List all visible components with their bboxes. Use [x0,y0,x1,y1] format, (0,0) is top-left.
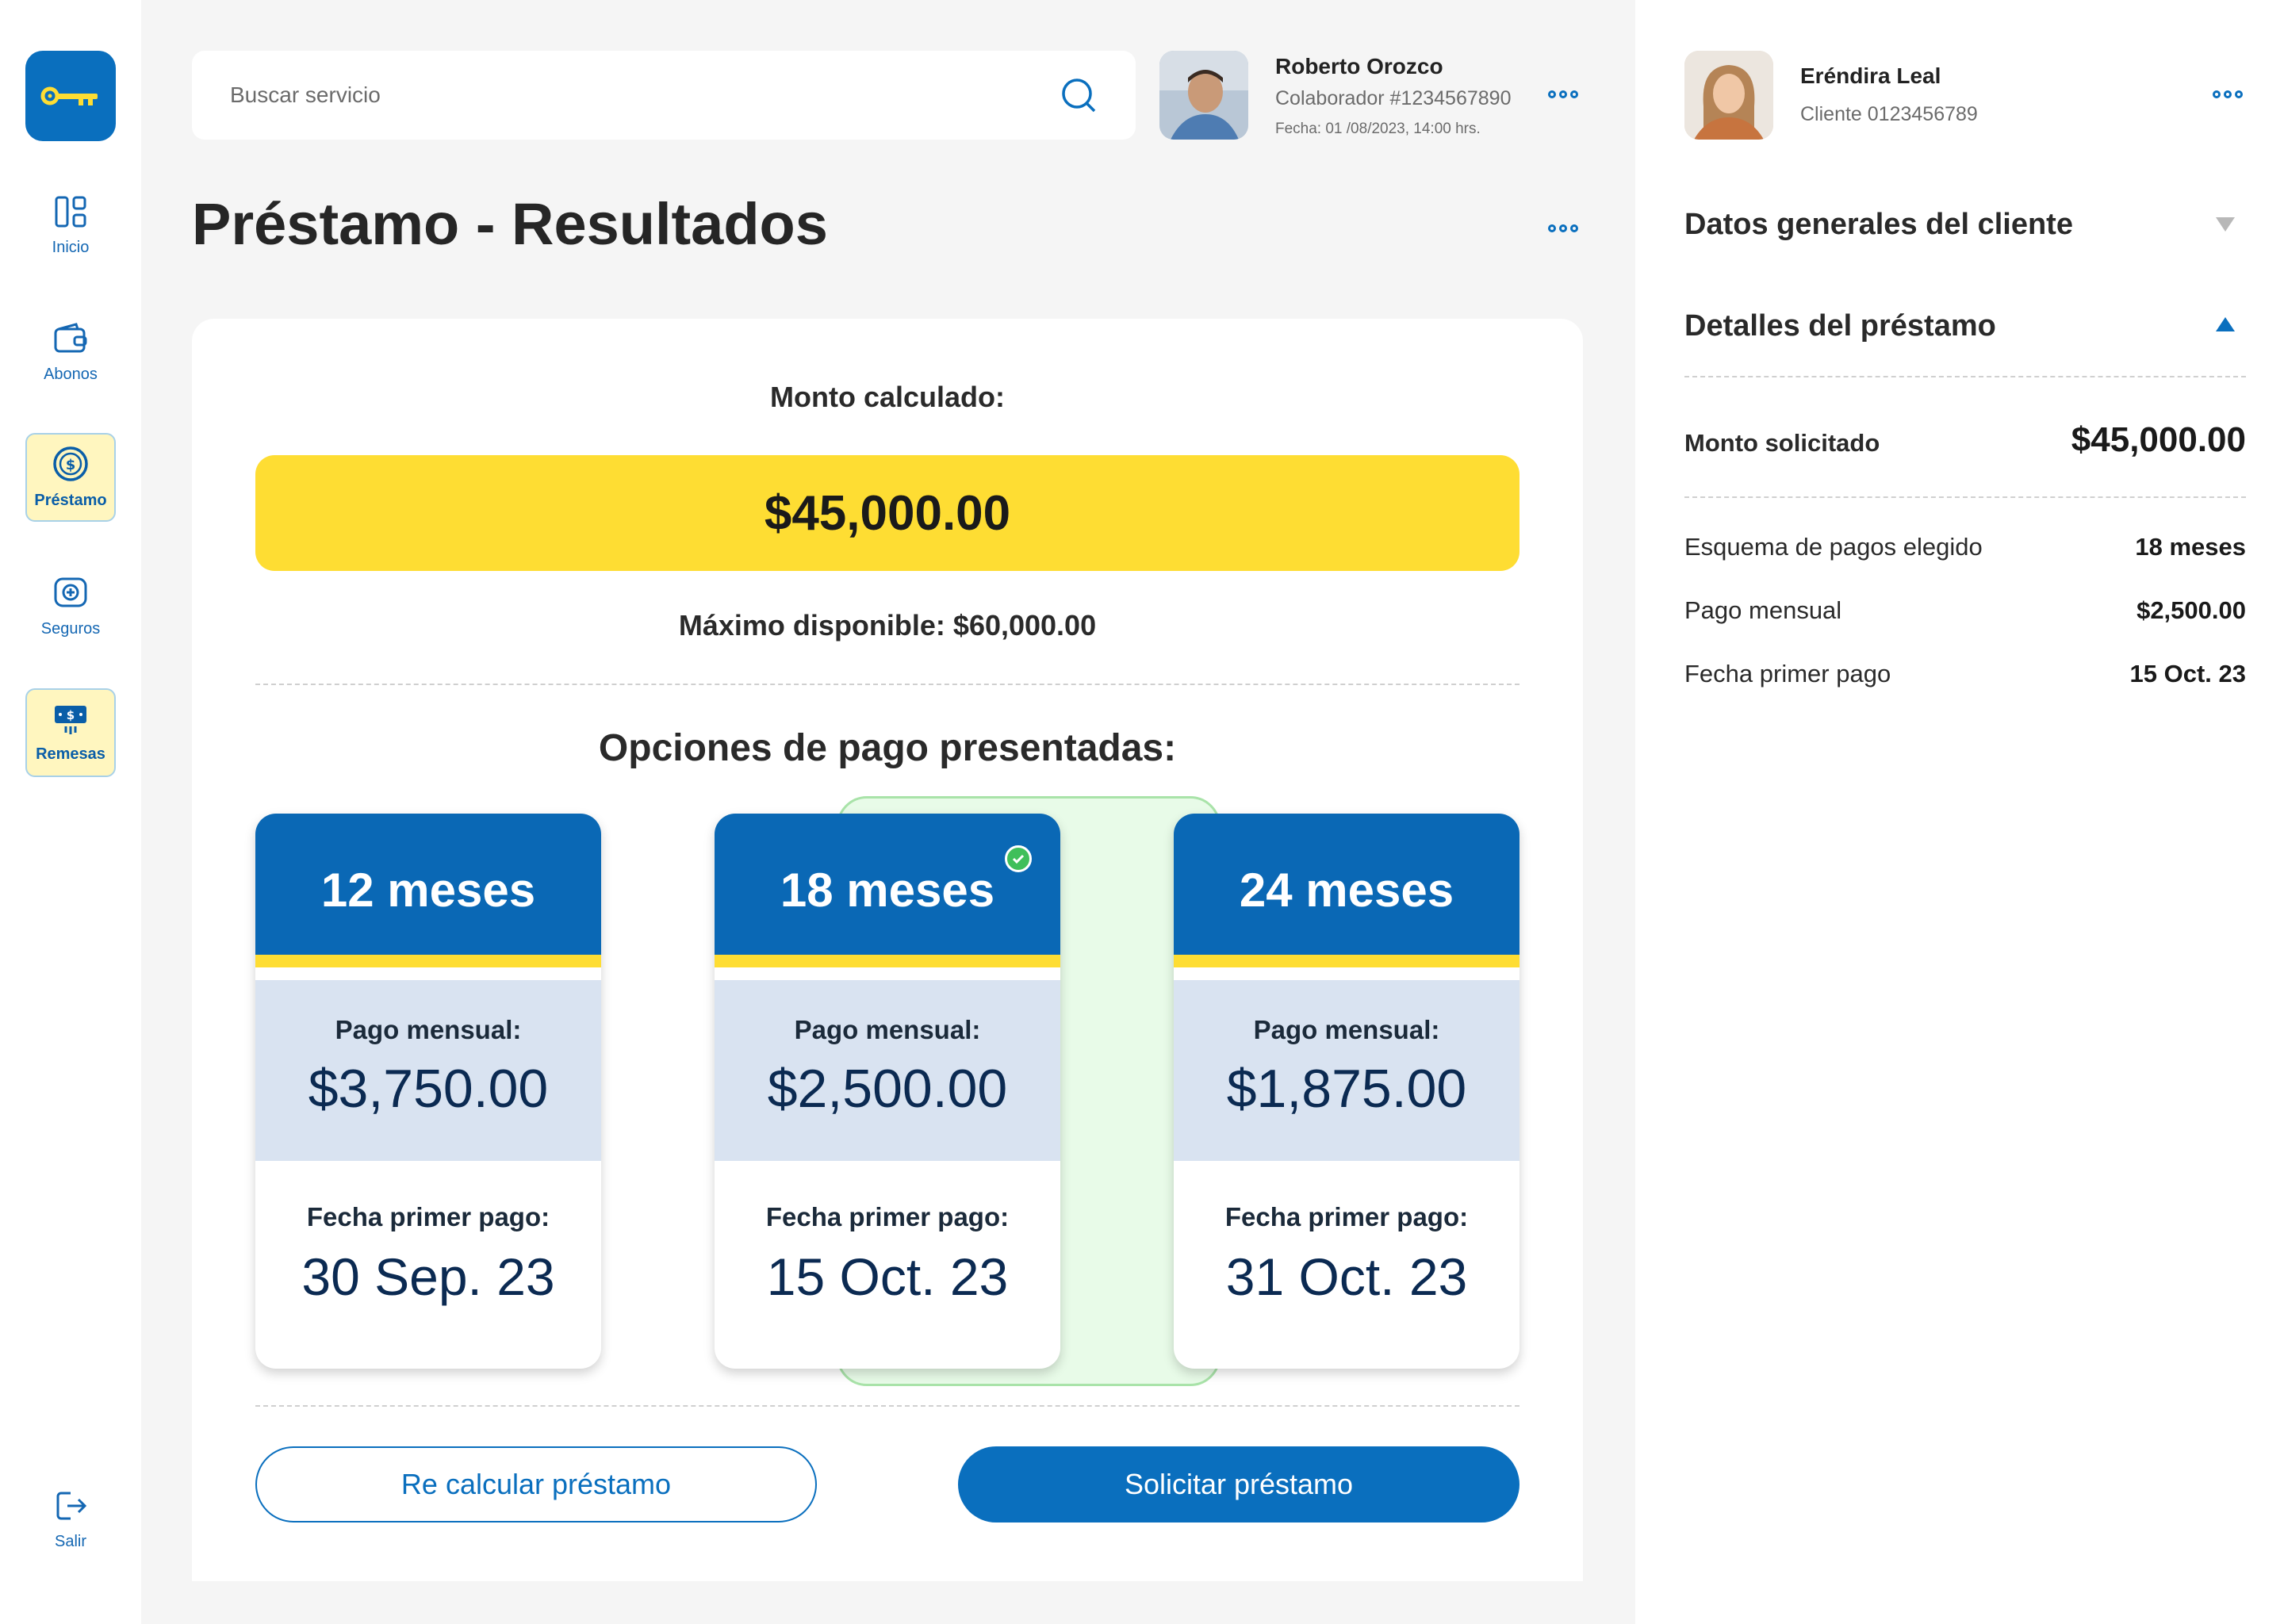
sidebar-item-label: Préstamo [34,491,107,509]
main-area: Buscar servicio Roberto Orozco Colaborad… [141,0,1635,1624]
calculated-amount-label: Monto calculado: [770,381,1005,413]
detail-row: Esquema de pagos elegido 18 meses [1684,533,2246,561]
option-monthly-section: Pago mensual: $2,500.00 [715,980,1060,1161]
sidebar-item-abonos[interactable]: Abonos [25,308,116,396]
option-first-date: 31 Oct. 23 [1225,1247,1468,1306]
detail-value: 15 Oct. 23 [2129,660,2246,688]
client-id: Cliente 0123456789 [1800,103,1978,125]
employee-header: Roberto Orozco Colaborador #1234567890 F… [1159,51,1604,140]
client-panel: Eréndira Leal Cliente 0123456789 Datos g… [1635,0,2284,1624]
search-input[interactable]: Buscar servicio [230,82,1060,108]
detail-value: $2,500.00 [2136,596,2246,624]
detail-label: Esquema de pagos elegido [1684,533,1983,561]
svg-text:$: $ [67,708,75,722]
option-monthly-label: Pago mensual: [1253,1015,1440,1044]
option-first-date: 30 Sep. 23 [301,1247,555,1306]
payment-option-12[interactable]: 12 meses Pago mensual: $3,750.00 Fecha p… [255,814,601,1369]
option-first-date-label: Fecha primer pago: [765,1202,1010,1231]
option-monthly-value: $2,500.00 [767,1059,1008,1119]
detail-value: 18 meses [2135,533,2246,561]
client-more-icon[interactable] [2213,90,2243,98]
option-term: 24 meses [1174,814,1519,967]
requested-amount-value: $45,000.00 [2071,420,2246,459]
remittance-icon: $ [55,705,86,734]
employee-more-icon[interactable] [1548,90,1578,98]
option-monthly-section: Pago mensual: $1,875.00 [1174,980,1519,1161]
option-monthly-value: $3,750.00 [308,1059,549,1119]
option-term: 12 meses [255,814,601,967]
option-monthly-label: Pago mensual: [335,1015,522,1044]
option-term: 18 meses [715,814,1060,967]
detail-row: Fecha primer pago 15 Oct. 23 [1684,660,2246,688]
divider [1684,496,2246,498]
check-icon [1005,845,1032,872]
option-first-date-label: Fecha primer pago: [306,1202,550,1231]
insurance-plus-icon [54,577,87,607]
sidebar-item-inicio[interactable]: Inicio [25,181,116,270]
employee-date: Fecha: 01 /08/2023, 14:00 hrs. [1275,121,1481,137]
sidebar-item-label: Inicio [52,238,90,256]
general-data-section[interactable]: Datos generales del cliente [1684,208,2073,242]
sidebar-item-label: Abonos [44,365,98,383]
sidebar-item-remesas[interactable]: $ Remesas [25,688,116,777]
detail-label: Pago mensual [1684,596,1842,624]
option-monthly-label: Pago mensual: [794,1015,981,1044]
divider [255,684,1519,685]
client-name: Eréndira Leal [1800,63,1941,88]
detail-row: Pago mensual $2,500.00 [1684,596,2246,625]
option-monthly-section: Pago mensual: $3,750.00 [255,980,601,1161]
chevron-down-icon[interactable] [2214,216,2236,233]
max-available: Máximo disponible: $60,000.00 [678,609,1097,642]
sidebar-item-label: Seguros [40,619,101,638]
sidebar-item-seguros[interactable]: Seguros [25,561,116,650]
requested-amount-label: Monto solicitado [1684,429,1880,457]
svg-text:$: $ [66,457,76,473]
employee-avatar [1159,51,1248,140]
request-loan-button[interactable]: Solicitar préstamo [958,1446,1519,1522]
option-monthly-value: $1,875.00 [1226,1059,1467,1119]
logout-icon [56,1492,87,1519]
calculated-amount: $45,000.00 [255,455,1519,571]
sidebar: Inicio Abonos $ Préstamo Seguros $ Remes… [0,0,141,1624]
recalculate-loan-button[interactable]: Re calcular préstamo [255,1446,817,1522]
wallet-icon [54,322,87,352]
sidebar-item-prestamo[interactable]: $ Préstamo [25,433,116,522]
payment-option-24[interactable]: 24 meses Pago mensual: $1,875.00 Fecha p… [1174,814,1519,1369]
detail-label: Fecha primer pago [1684,660,1891,688]
employee-id: Colaborador #1234567890 [1275,87,1512,109]
payment-options-title: Opciones de pago presentadas: [598,727,1177,769]
dollar-coin-icon: $ [53,446,88,481]
search-bar[interactable]: Buscar servicio [192,51,1136,140]
payment-option-18[interactable]: 18 meses Pago mensual: $2,500.00 Fecha p… [715,814,1060,1369]
sidebar-item-label: Salir [54,1532,86,1550]
client-avatar [1684,51,1773,140]
sidebar-item-salir[interactable]: Salir [25,1475,116,1564]
key-icon [40,86,98,105]
option-first-date: 15 Oct. 23 [766,1247,1009,1306]
chevron-up-icon[interactable] [2214,316,2236,333]
option-first-date-label: Fecha primer pago: [1224,1202,1469,1231]
loan-results-card: Monto calculado: $45,000.00 Máximo dispo… [192,319,1583,1581]
requested-amount-row: Monto solicitado $45,000.00 [1684,420,2246,460]
layout-icon [55,196,86,227]
app-logo[interactable] [25,51,116,141]
loan-details-section[interactable]: Detalles del préstamo [1684,309,1996,343]
page-title: Préstamo - Resultados [192,191,828,257]
divider [1684,376,2246,377]
employee-name: Roberto Orozco [1275,54,1443,79]
search-icon[interactable] [1060,76,1098,114]
divider [255,1405,1519,1407]
page-more-icon[interactable] [1548,224,1578,232]
sidebar-item-label: Remesas [36,745,105,763]
